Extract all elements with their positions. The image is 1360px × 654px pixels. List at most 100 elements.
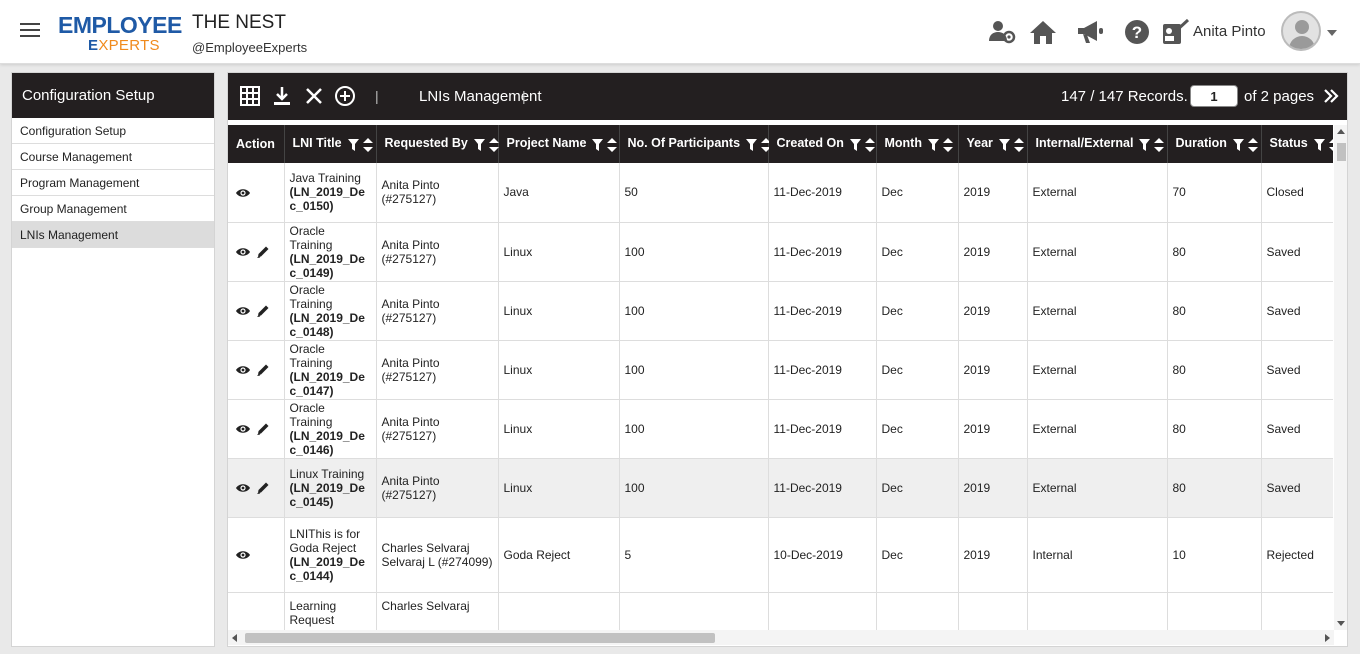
sort-icon[interactable] [607, 137, 618, 152]
filter-icon[interactable] [1313, 138, 1325, 151]
edit-pencil-icon[interactable] [256, 422, 270, 436]
lni-title-cell[interactable]: Oracle Training (LN_2019_Dec_0147) [284, 340, 377, 400]
sidebar-item-program-management[interactable]: Program Management [12, 170, 214, 196]
table-row[interactable]: Oracle Training (LN_2019_Dec_0147) Anita P… [228, 340, 1333, 400]
user-avatar[interactable] [1281, 11, 1321, 51]
month-cell: Dec [876, 517, 959, 593]
requested-by-cell: Anita Pinto (#275127) [376, 340, 499, 400]
sort-icon[interactable] [1154, 137, 1165, 152]
filter-icon[interactable] [1232, 138, 1244, 151]
chevron-down-icon[interactable] [1327, 30, 1337, 36]
add-circle-icon[interactable] [334, 85, 356, 107]
top-header: EMPLOYEE EXPERTS THE NEST @EmployeeExper… [0, 0, 1360, 64]
project-name-cell: Java [498, 163, 620, 223]
column-header-lni-title[interactable]: LNI Title [284, 125, 377, 163]
edit-pencil-icon[interactable] [256, 304, 270, 318]
column-header-tools [998, 137, 1024, 152]
view-eye-icon[interactable] [236, 304, 250, 318]
column-header-requested-by[interactable]: Requested By [376, 125, 499, 163]
lni-title-cell[interactable]: Java Training (LN_2019_Dec_0150) [284, 163, 377, 223]
table-row[interactable]: Learning Request Charles Selvaraj [228, 592, 1333, 630]
column-header-internal-external[interactable]: Internal/External [1027, 125, 1168, 163]
toolbar-divider: | [522, 88, 526, 104]
column-header-year[interactable]: Year [958, 125, 1028, 163]
column-header-month[interactable]: Month [876, 125, 959, 163]
filter-icon[interactable] [998, 138, 1010, 151]
close-icon[interactable] [303, 85, 325, 107]
task-checklist-icon[interactable] [1160, 17, 1190, 47]
user-name[interactable]: Anita Pinto [1193, 23, 1266, 40]
filter-icon[interactable] [1139, 138, 1151, 151]
sort-icon[interactable] [1328, 138, 1333, 152]
vertical-scrollbar[interactable] [1334, 125, 1347, 630]
total-pages-label: of 2 pages [1244, 88, 1315, 105]
table-row[interactable]: Linux Training (LN_2019_Dec_0145) Anita Pi… [228, 458, 1333, 518]
sidebar-item-configuration-setup[interactable]: Configuration Setup [12, 118, 214, 144]
megaphone-icon[interactable] [1075, 17, 1105, 47]
lni-title-cell[interactable]: Oracle Training (LN_2019_Dec_0149) [284, 222, 377, 282]
grid-view-icon[interactable] [239, 85, 261, 107]
column-header-status[interactable]: Status [1261, 125, 1333, 163]
duration-cell: 10 [1167, 517, 1262, 593]
requested-by-cell: Anita Pinto (#275127) [376, 163, 499, 223]
download-icon[interactable] [271, 85, 293, 107]
sidebar-item-group-management[interactable]: Group Management [12, 196, 214, 222]
participants-cell [619, 592, 769, 630]
menu-icon[interactable] [20, 23, 40, 41]
edit-pencil-icon[interactable] [256, 245, 270, 259]
filter-icon[interactable] [746, 138, 758, 151]
action-cell [228, 592, 285, 630]
lni-title-cell[interactable]: Learning Request [284, 592, 377, 630]
sort-icon[interactable] [864, 137, 875, 152]
view-eye-icon[interactable] [236, 481, 250, 495]
lni-title-cell[interactable]: LNIThis is for Goda Reject (LN_2019_Dec_0… [284, 517, 377, 593]
sort-icon[interactable] [362, 137, 373, 152]
filter-icon[interactable] [473, 138, 485, 151]
table-body: Java Training (LN_2019_Dec_0150) Anita Pin… [228, 163, 1333, 630]
sidebar-item-course-management[interactable]: Course Management [12, 144, 214, 170]
column-header-created-on[interactable]: Created On [768, 125, 877, 163]
filter-icon[interactable] [849, 138, 861, 151]
home-icon[interactable] [1028, 17, 1058, 47]
column-header-action[interactable]: Action [228, 125, 285, 163]
view-eye-icon[interactable] [236, 548, 250, 562]
edit-pencil-icon[interactable] [256, 363, 270, 377]
column-header-label: Year [966, 136, 993, 151]
internal-external-cell: Internal [1027, 517, 1168, 593]
month-cell: Dec [876, 163, 959, 223]
lni-code-text: (LN_2019_Dec_0148) [289, 310, 365, 339]
brand-logo[interactable]: EMPLOYEE EXPERTS [58, 12, 186, 54]
page-number-input[interactable] [1190, 85, 1238, 107]
column-header-duration[interactable]: Duration [1167, 125, 1262, 163]
table-row[interactable]: Oracle Training (LN_2019_Dec_0146) Anita P… [228, 399, 1333, 459]
help-icon[interactable]: ? [1122, 17, 1152, 47]
table-row[interactable]: LNIThis is for Goda Reject (LN_2019_Dec_0… [228, 517, 1333, 593]
participants-cell: 5 [619, 517, 769, 593]
table-row[interactable]: Oracle Training (LN_2019_Dec_0149) Anita P… [228, 222, 1333, 282]
edit-pencil-icon[interactable] [256, 481, 270, 495]
sidebar-item-lnis-management[interactable]: LNIs Management [12, 222, 214, 248]
table-row[interactable]: Java Training (LN_2019_Dec_0150) Anita Pin… [228, 163, 1333, 223]
column-header-project-name[interactable]: Project Name [498, 125, 620, 163]
lni-title-cell[interactable]: Linux Training (LN_2019_Dec_0145) [284, 458, 377, 518]
filter-icon[interactable] [347, 138, 359, 151]
action-cell [228, 340, 285, 400]
internal-external-cell [1027, 592, 1168, 630]
lni-title-cell[interactable]: Oracle Training (LN_2019_Dec_0146) [284, 399, 377, 459]
lni-title-cell[interactable]: Oracle Training (LN_2019_Dec_0148) [284, 281, 377, 341]
view-eye-icon[interactable] [236, 245, 250, 259]
action-cell [228, 163, 285, 223]
filter-icon[interactable] [927, 138, 939, 151]
view-eye-icon[interactable] [236, 186, 250, 200]
view-eye-icon[interactable] [236, 363, 250, 377]
filter-icon[interactable] [592, 138, 604, 151]
sort-icon[interactable] [1013, 137, 1024, 152]
view-eye-icon[interactable] [236, 422, 250, 436]
column-header-no-of-participants[interactable]: No. Of Participants [619, 125, 772, 163]
sort-icon[interactable] [1247, 137, 1258, 152]
sort-icon[interactable] [942, 137, 953, 152]
team-settings-icon[interactable] [987, 17, 1017, 47]
next-page-icon[interactable] [1321, 86, 1341, 106]
table-row[interactable]: Oracle Training (LN_2019_Dec_0148) Anita P… [228, 281, 1333, 341]
horizontal-scrollbar[interactable] [228, 630, 1334, 645]
